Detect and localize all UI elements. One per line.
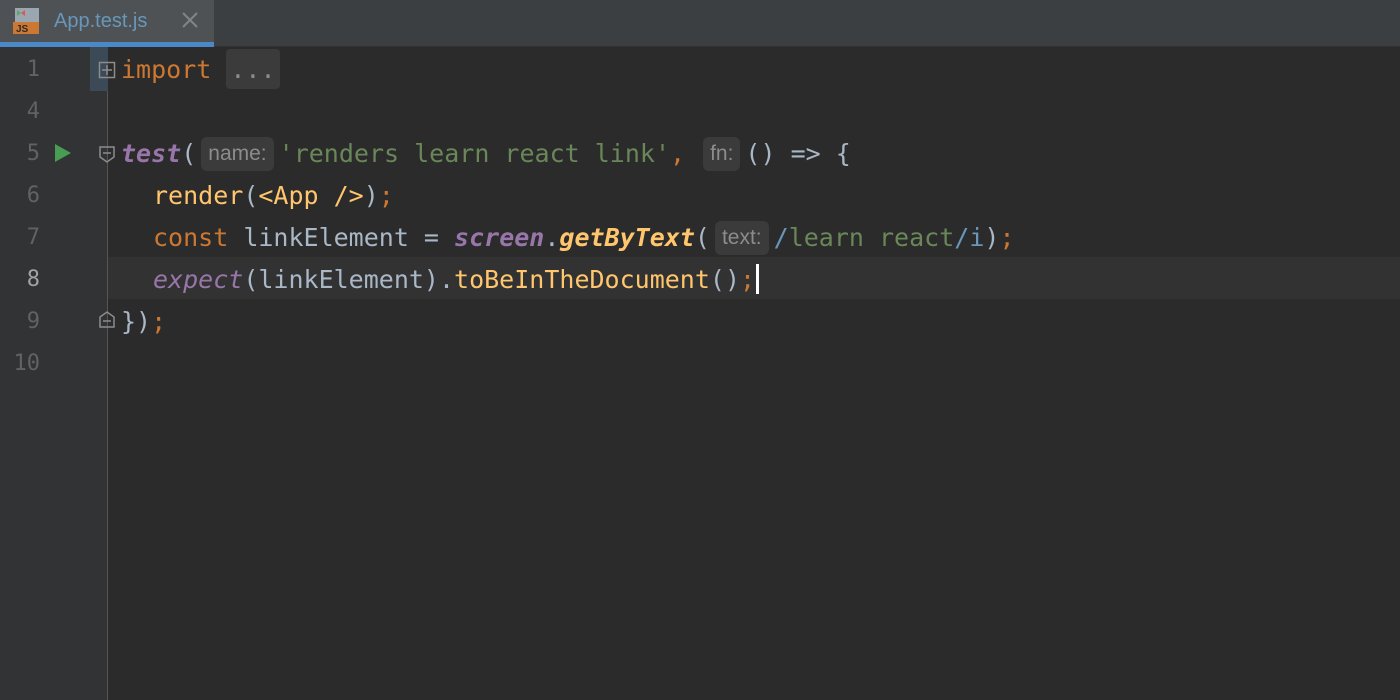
- regex-slash-open: /: [773, 223, 789, 252]
- open-paren: (: [243, 181, 259, 210]
- javascript-test-file-icon: JS: [13, 8, 39, 35]
- close-paren: ): [984, 223, 1000, 252]
- to-be-in-the-document-method: toBeInTheDocument: [454, 265, 710, 294]
- semicolon: ;: [151, 307, 167, 336]
- code-editor[interactable]: 1 4 5 6 7 8 9 10 import ... test(name:'r…: [0, 47, 1400, 700]
- line-number: 6: [26, 183, 40, 208]
- close-icon[interactable]: [180, 10, 200, 30]
- param-hint-fn: fn:: [703, 137, 741, 171]
- semicolon: ;: [999, 223, 1015, 252]
- close-paren: ): [363, 181, 379, 210]
- regex-slash-close: /: [954, 223, 970, 252]
- dot: .: [544, 223, 560, 252]
- screen-object: screen: [454, 223, 545, 252]
- declaration: linkElement =: [228, 223, 455, 252]
- line-number: 5: [26, 141, 40, 166]
- line-number: 10: [13, 351, 41, 376]
- open-paren: (: [694, 223, 710, 252]
- get-by-text-method: getByText: [559, 223, 695, 252]
- render-call: render: [153, 181, 244, 210]
- call-parens: (): [709, 265, 741, 294]
- closing-brace: }): [121, 307, 152, 336]
- expand-fold-icon[interactable]: [98, 61, 116, 79]
- tab-app-test-js[interactable]: JS App.test.js: [0, 0, 214, 47]
- folded-imports[interactable]: ...: [226, 49, 280, 89]
- editor-gutter[interactable]: 1 4 5 6 7 8 9 10: [0, 47, 108, 700]
- fold-end-icon[interactable]: [98, 311, 116, 329]
- editor-tab-bar: JS App.test.js: [0, 0, 1400, 47]
- code-line-6[interactable]: render(<App />);: [153, 175, 394, 217]
- expect-args: (linkElement).: [243, 265, 455, 294]
- arrow-function: () => {: [745, 139, 851, 168]
- line-number: 7: [26, 225, 40, 250]
- code-line-8[interactable]: expect(linkElement).toBeInTheDocument();: [153, 259, 760, 301]
- const-keyword: const: [153, 223, 229, 252]
- text-caret: [756, 264, 760, 294]
- test-name-string: 'renders learn react link': [278, 139, 670, 168]
- code-line-1[interactable]: import ...: [121, 49, 280, 91]
- comma: ,: [670, 139, 686, 168]
- regex-flag: i: [969, 223, 985, 252]
- code-line-5[interactable]: test(name:'renders learn react link', fn:…: [121, 133, 851, 175]
- run-test-icon[interactable]: [54, 143, 72, 163]
- line-number: 4: [26, 99, 40, 124]
- js-icon-text: JS: [16, 24, 29, 35]
- line-number: 9: [26, 309, 40, 334]
- code-line-9[interactable]: });: [121, 301, 166, 343]
- import-keyword: import: [121, 55, 212, 84]
- semicolon: ;: [378, 181, 394, 210]
- regex-body: learn react: [788, 223, 955, 252]
- test-function: test: [121, 139, 182, 168]
- jsx-app-element: <App />: [258, 181, 364, 210]
- line-number: 1: [26, 57, 40, 82]
- code-line-7[interactable]: const linkElement = screen.getByText(tex…: [153, 217, 1015, 259]
- param-hint-text: text:: [714, 221, 769, 255]
- param-hint-name: name:: [201, 137, 274, 171]
- collapse-fold-icon[interactable]: [98, 145, 116, 163]
- expect-function: expect: [153, 265, 244, 294]
- line-number-current: 8: [26, 267, 40, 292]
- semicolon: ;: [740, 265, 756, 294]
- open-paren: (: [181, 139, 197, 168]
- tab-label: App.test.js: [54, 10, 148, 32]
